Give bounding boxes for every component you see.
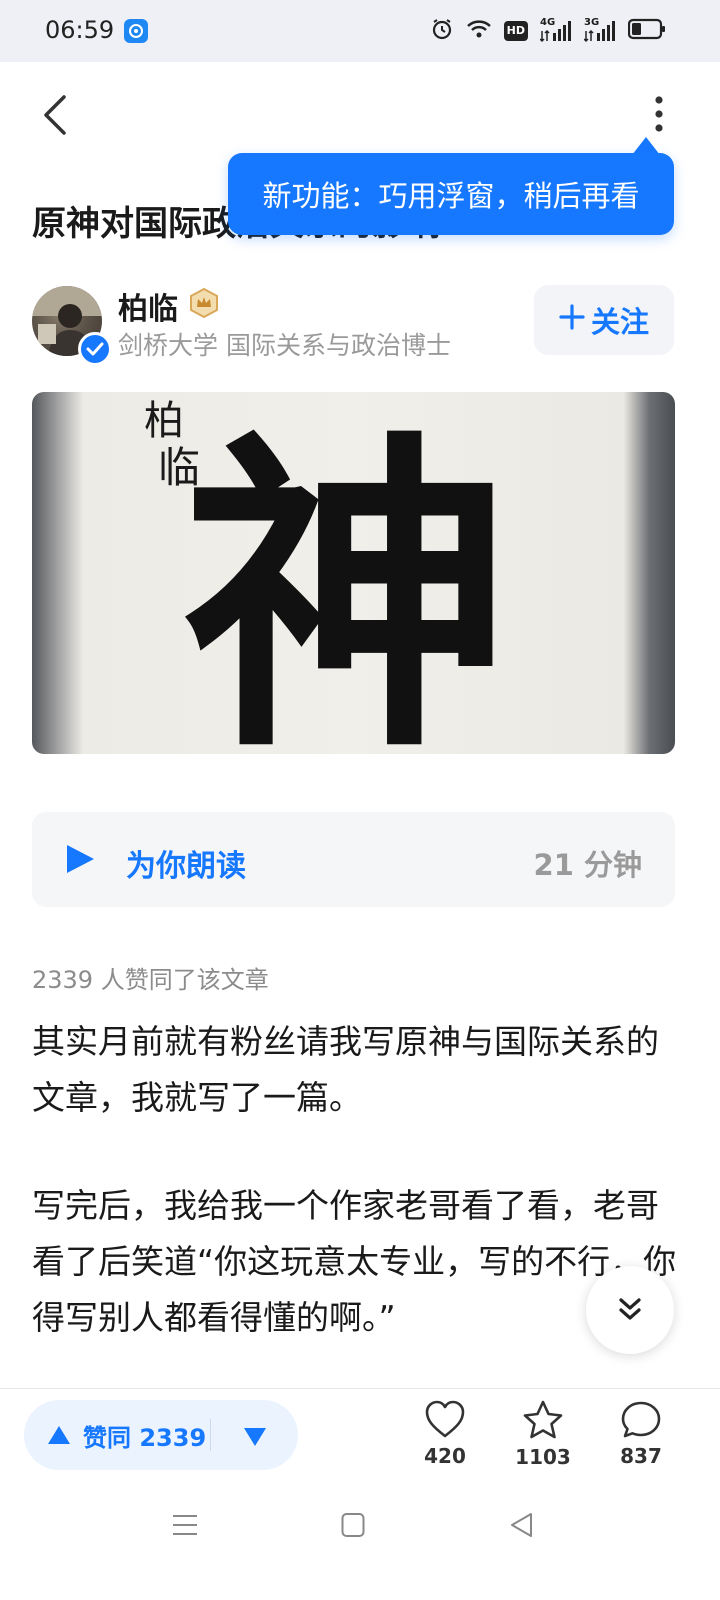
hd-icon: HD	[503, 21, 528, 41]
back-nav-icon[interactable]	[509, 1512, 533, 1542]
upvote-button[interactable]: 赞同 2339	[83, 1418, 206, 1453]
scroll-down-button[interactable]	[586, 1266, 674, 1354]
status-time: 06:59	[45, 16, 115, 44]
like-button[interactable]: 420	[405, 1400, 485, 1468]
crown-badge-icon	[188, 287, 220, 319]
play-icon[interactable]	[63, 842, 97, 876]
vote-divider	[210, 1419, 211, 1451]
plus-icon	[559, 303, 585, 337]
verified-badge-icon	[78, 332, 112, 366]
like-count: 420	[424, 1444, 466, 1468]
back-arrow-icon[interactable]	[38, 93, 78, 137]
wifi-icon	[466, 18, 492, 44]
comment-count: 837	[620, 1444, 662, 1468]
follow-button[interactable]: 关注	[534, 285, 674, 355]
favorite-button[interactable]: 1103	[503, 1399, 583, 1469]
home-nav-icon[interactable]	[341, 1512, 365, 1542]
cover-char-main: 神	[182, 403, 512, 754]
comment-button[interactable]: 837	[601, 1400, 681, 1468]
more-vertical-icon[interactable]	[644, 94, 674, 134]
upvote-icon[interactable]	[46, 1424, 72, 1450]
follow-label: 关注	[590, 305, 649, 339]
read-aloud-duration: 21 分钟	[533, 848, 642, 882]
app-notification-icon	[124, 19, 148, 43]
signal-3g-icon: 3G	[584, 17, 616, 43]
comment-icon	[621, 1401, 661, 1438]
author-name[interactable]: 柏临	[118, 284, 178, 328]
body-paragraph-2: 写完后，我给我一个作家老哥看了看，老哥看了后笑道“你这玩意太专业，写的不行，你得…	[32, 1186, 677, 1337]
signal-4g-icon: 4G	[540, 17, 572, 43]
likes-summary: 2339 人赞同了该文章	[32, 966, 269, 994]
alarm-icon	[430, 17, 454, 45]
star-icon	[523, 1400, 563, 1439]
article-cover-image[interactable]: 柏 临 神	[32, 392, 675, 754]
favorite-count: 1103	[515, 1445, 571, 1469]
heart-icon	[425, 1400, 465, 1438]
feature-tooltip[interactable]: 新功能：巧用浮窗，稍后再看	[228, 153, 674, 235]
battery-icon	[627, 18, 666, 44]
menu-nav-icon[interactable]	[172, 1512, 198, 1542]
author-description: 剑桥大学 国际关系与政治博士	[118, 331, 451, 360]
downvote-icon[interactable]	[242, 1426, 268, 1452]
read-aloud-label[interactable]: 为你朗读	[126, 841, 246, 885]
status-icons: HD 4G 3G	[430, 16, 666, 46]
double-chevron-down-icon	[619, 1298, 641, 1320]
body-paragraph-1: 其实月前就有粉丝请我写原神与国际关系的文章，我就写了一篇。	[32, 1022, 659, 1117]
